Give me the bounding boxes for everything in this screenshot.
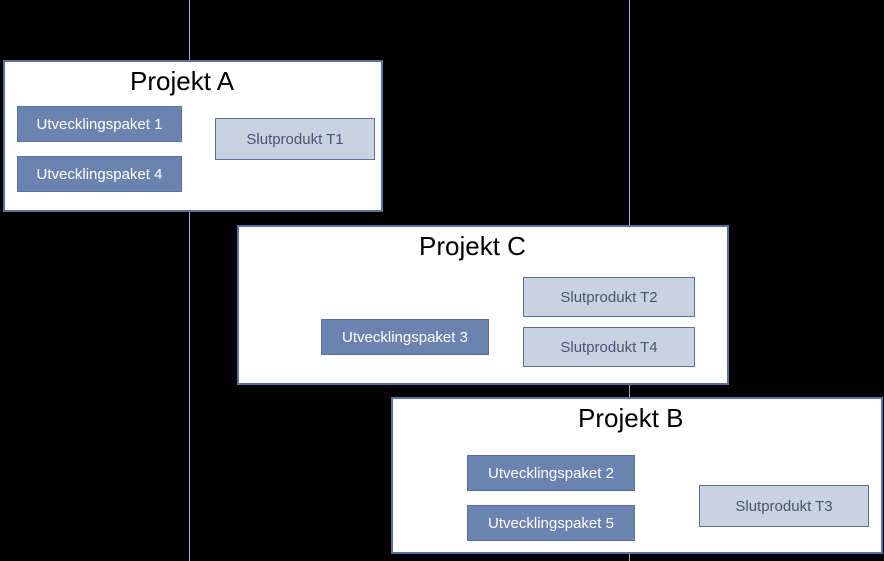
project-b-title: Projekt B — [578, 403, 684, 434]
product-b-1: Slutprodukt T3 — [699, 485, 869, 527]
package-b-1: Utvecklingspaket 2 — [467, 455, 635, 491]
package-a-2: Utvecklingspaket 4 — [17, 156, 182, 192]
package-a-1: Utvecklingspaket 1 — [17, 106, 182, 142]
project-a: Projekt A Utvecklingspaket 1 Utvecklings… — [3, 60, 383, 212]
package-b-2: Utvecklingspaket 5 — [467, 505, 635, 541]
product-c-1: Slutprodukt T2 — [523, 277, 695, 317]
product-a-1: Slutprodukt T1 — [215, 118, 375, 160]
package-c-1: Utvecklingspaket 3 — [321, 319, 489, 355]
project-c-title: Projekt C — [419, 231, 526, 262]
project-b: Projekt B Utvecklingspaket 2 Utvecklings… — [391, 397, 883, 554]
product-c-2: Slutprodukt T4 — [523, 327, 695, 367]
project-c: Projekt C Utvecklingspaket 3 Slutprodukt… — [237, 225, 729, 385]
project-a-title: Projekt A — [130, 66, 234, 97]
